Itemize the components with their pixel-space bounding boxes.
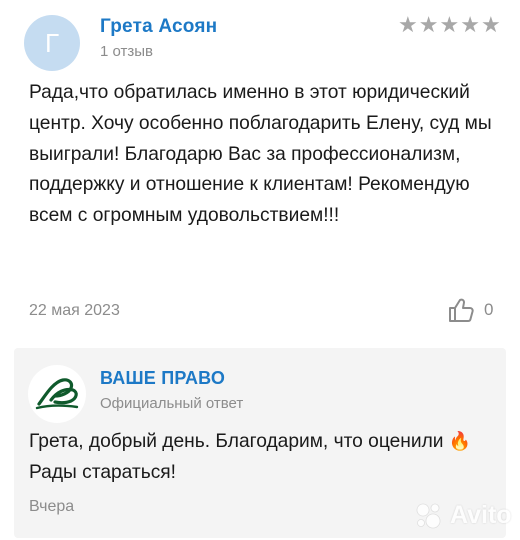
star-icon: ★ (460, 12, 480, 37)
reply-text-end: Рады стараться! (29, 461, 177, 483)
author-name[interactable]: Грета Асоян (100, 16, 217, 38)
like-count: 0 (484, 300, 494, 319)
review-date: 22 мая 2023 (29, 302, 120, 319)
reply-date: Вчера (29, 498, 75, 515)
rating-stars: ★ ★ ★ ★ ★ (398, 14, 501, 36)
official-reply-label: Официальный ответ (100, 395, 244, 412)
reply-text: Грета, добрый день. Благодарим, что оцен… (29, 426, 489, 488)
company-name[interactable]: ВАШЕ ПРАВО (100, 368, 225, 389)
review-card: Г Грета Асоян 1 отзыв ★ ★ ★ ★ ★ Рада,что… (0, 0, 520, 540)
thumbs-up-icon (449, 298, 474, 322)
company-logo-icon (35, 378, 79, 410)
like-button[interactable]: 0 (447, 296, 493, 324)
avito-watermark: Avito (414, 500, 512, 530)
avatar-initial: Г (44, 27, 60, 58)
star-icon: ★ (398, 12, 418, 37)
avito-watermark-text: Avito (450, 500, 512, 529)
author-review-count: 1 отзыв (100, 43, 154, 60)
avatar[interactable]: Г (24, 15, 80, 71)
avito-logo-icon (416, 503, 441, 529)
reply-text-start: Грета, добрый день. Благодарим, что оцен… (29, 431, 444, 452)
star-icon: ★ (480, 12, 501, 37)
fire-emoji-icon: 🔥 (448, 431, 472, 451)
star-icon: ★ (418, 12, 439, 37)
review-text: Рада,что обратилась именно в этот юридич… (29, 82, 492, 227)
company-logo[interactable] (28, 365, 86, 423)
star-icon: ★ (439, 12, 460, 37)
